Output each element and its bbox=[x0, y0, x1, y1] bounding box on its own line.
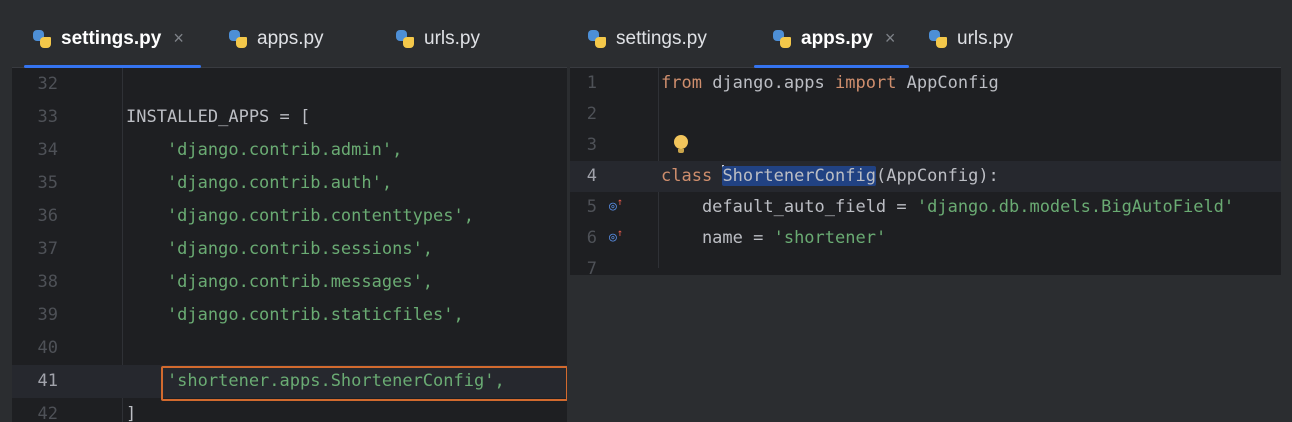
tab-apps-py[interactable]: apps.py bbox=[228, 10, 324, 67]
keyword-token: from bbox=[661, 73, 702, 93]
code-text: 'django.contrib.sessions', bbox=[126, 239, 434, 259]
line-number: 37 bbox=[37, 239, 58, 259]
line-number: 6 bbox=[586, 228, 597, 248]
line-number: 1 bbox=[586, 73, 597, 93]
code-text: INSTALLED_APPS = [ bbox=[126, 107, 311, 127]
tab-label: urls.py bbox=[957, 27, 1013, 49]
code-text: default_auto_field = 'django.db.models.B… bbox=[661, 192, 1234, 223]
string-token: 'django.db.models.BigAutoField' bbox=[916, 197, 1235, 217]
line-number: 39 bbox=[37, 305, 58, 325]
close-tab-icon[interactable]: × bbox=[885, 28, 896, 49]
code-text: class ShortenerConfig(AppConfig): bbox=[661, 161, 999, 192]
code-editor[interactable]: 1 from django.apps import AppConfig 2 3 4… bbox=[570, 68, 1281, 275]
code-line[interactable]: 42] bbox=[12, 398, 567, 422]
keyword-token: class bbox=[661, 166, 713, 186]
code-token: django.apps bbox=[701, 73, 836, 93]
tab-label: settings.py bbox=[61, 27, 162, 49]
code-line[interactable]: 38 'django.contrib.messages', bbox=[12, 266, 567, 299]
line-number: 34 bbox=[37, 140, 58, 160]
overrides-icon[interactable]: ◎↑ bbox=[609, 197, 623, 214]
code-text: 'django.contrib.admin', bbox=[126, 140, 403, 160]
line-number: 4 bbox=[586, 166, 597, 186]
code-line[interactable]: 7 bbox=[570, 254, 1281, 275]
code-token: default_auto_field = bbox=[661, 197, 917, 217]
python-file-icon bbox=[928, 29, 948, 49]
right-tab-bar: settings.py apps.py × urls.py bbox=[570, 10, 1281, 68]
python-file-icon bbox=[772, 29, 792, 49]
right-editor-pane: settings.py apps.py × urls.py 1 from djan… bbox=[570, 10, 1281, 275]
tab-settings-py[interactable]: settings.py bbox=[587, 10, 707, 67]
code-line[interactable]: 39 'django.contrib.staticfiles', bbox=[12, 299, 567, 332]
left-tab-bar: settings.py × apps.py urls.py bbox=[12, 10, 567, 68]
line-number: 36 bbox=[37, 206, 58, 226]
code-line[interactable]: 34 'django.contrib.admin', bbox=[12, 134, 567, 167]
line-number: 42 bbox=[37, 404, 58, 422]
line-number: 38 bbox=[37, 272, 58, 292]
code-text: from django.apps import AppConfig bbox=[661, 68, 999, 99]
tab-label: settings.py bbox=[616, 27, 707, 49]
code-line[interactable]: 2 bbox=[570, 99, 1281, 130]
python-file-icon bbox=[228, 29, 248, 49]
code-line[interactable]: 36 'django.contrib.contenttypes', bbox=[12, 200, 567, 233]
line-number: 3 bbox=[586, 135, 597, 155]
line-number: 41 bbox=[37, 371, 58, 391]
tab-urls-py[interactable]: urls.py bbox=[928, 10, 1013, 67]
python-file-icon bbox=[32, 29, 52, 49]
line-number: 5 bbox=[586, 197, 597, 217]
line-number: 32 bbox=[37, 74, 58, 94]
line-number: 33 bbox=[37, 107, 58, 127]
code-text: 'django.contrib.contenttypes', bbox=[126, 206, 474, 226]
python-file-icon bbox=[587, 29, 607, 49]
code-text: 'django.contrib.auth', bbox=[126, 173, 393, 193]
code-text: 'django.contrib.staticfiles', bbox=[126, 305, 464, 325]
line-number: 2 bbox=[586, 104, 597, 124]
line-number: 40 bbox=[37, 338, 58, 358]
code-editor[interactable]: 32 33 INSTALLED_APPS = [ 34 'django.contr… bbox=[12, 68, 567, 422]
keyword-token: import bbox=[835, 73, 897, 93]
code-line[interactable]: 5 default_auto_field = 'django.db.models… bbox=[570, 192, 1281, 223]
code-line[interactable]: 37 'django.contrib.sessions', bbox=[12, 233, 567, 266]
code-token: name = bbox=[661, 228, 774, 248]
overrides-icon[interactable]: ◎↑ bbox=[609, 228, 623, 245]
code-token: AppConfig bbox=[896, 73, 999, 93]
code-text: 'django.contrib.messages', bbox=[126, 272, 434, 292]
tab-apps-py[interactable]: apps.py × bbox=[754, 10, 910, 68]
tab-settings-py[interactable]: settings.py × bbox=[24, 10, 201, 68]
code-text: name = 'shortener' bbox=[661, 223, 886, 254]
lightbulb-icon[interactable] bbox=[674, 135, 688, 153]
line-number: 35 bbox=[37, 173, 58, 193]
close-tab-icon[interactable]: × bbox=[173, 28, 184, 49]
code-token: (AppConfig): bbox=[875, 166, 999, 186]
code-line[interactable]: 1 from django.apps import AppConfig bbox=[570, 68, 1281, 99]
code-line-current[interactable]: 4 class ShortenerConfig(AppConfig): bbox=[570, 161, 1281, 192]
string-token: 'shortener' bbox=[773, 228, 887, 248]
code-text: ] bbox=[126, 404, 137, 422]
tab-urls-py[interactable]: urls.py bbox=[395, 10, 480, 67]
tab-label: apps.py bbox=[801, 27, 873, 49]
line-number: 7 bbox=[586, 259, 597, 275]
code-line[interactable]: 33 INSTALLED_APPS = [ bbox=[12, 101, 567, 134]
left-editor-pane: settings.py × apps.py urls.py 32 33 INSTA… bbox=[12, 10, 567, 422]
python-file-icon bbox=[395, 29, 415, 49]
code-line[interactable]: 35 'django.contrib.auth', bbox=[12, 167, 567, 200]
code-line[interactable]: 32 bbox=[12, 68, 567, 101]
tab-label: apps.py bbox=[257, 27, 324, 49]
tab-label: urls.py bbox=[424, 27, 480, 49]
code-line[interactable]: 40 bbox=[12, 332, 567, 365]
selected-identifier[interactable]: ShortenerConfig bbox=[722, 166, 876, 186]
highlight-box bbox=[161, 366, 567, 401]
code-line[interactable]: 6 name = 'shortener' bbox=[570, 223, 1281, 254]
